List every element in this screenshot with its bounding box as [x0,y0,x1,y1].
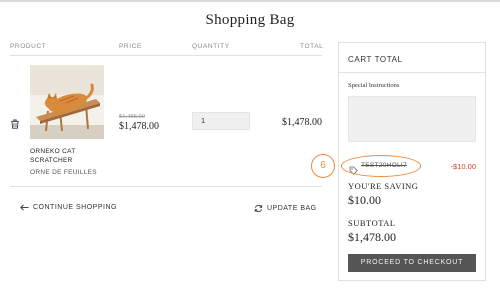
refresh-icon [254,204,263,213]
column-header-quantity: QUANTITY [192,43,230,50]
product-vendor: ORNE DE FEUILLES [30,169,97,176]
special-instructions-label: Special Instructions [348,82,400,89]
page-title: Shopping Bag [205,12,295,28]
savings-label: YOU'RE SAVING [348,181,419,191]
product-image[interactable] [30,65,104,139]
unit-price: $1,478.00 [119,121,159,132]
subtotal-label: SUBTOTAL [348,218,396,228]
update-bag-button[interactable]: UPDATE BAG [254,204,317,213]
savings-value: $10.00 [348,193,381,207]
proceed-to-checkout-button[interactable]: PROCEED TO CHECKOUT [348,254,476,272]
compare-at-price: $1,488.00 [119,113,145,120]
update-bag-label: UPDATE BAG [267,205,317,212]
column-header-product: PRODUCT [10,43,47,50]
continue-shopping-label: CONTINUE SHOPPING [33,204,117,211]
row-divider [10,186,322,187]
quantity-input[interactable]: 1 [192,112,250,130]
discount-amount: -$10.00 [450,162,476,171]
subtotal-value: $1,478.00 [348,230,396,244]
column-header-price: PRICE [119,43,142,50]
cart-total-title: CART TOTAL [348,55,403,64]
arrow-left-icon [20,204,29,211]
cart-panel-divider [338,72,486,73]
column-header-total: TOTAL [300,43,324,50]
discount-highlight-ring [341,155,421,177]
step-number-badge: 6 [311,154,335,178]
top-divider [0,0,500,2]
product-name[interactable]: ORNEKO CAT SCRATCHER [30,148,110,165]
special-instructions-textarea[interactable] [348,96,476,142]
continue-shopping-link[interactable]: CONTINUE SHOPPING [20,204,117,211]
line-total: $1,478.00 [282,117,322,128]
trash-icon[interactable] [10,116,20,129]
header-divider [10,55,322,56]
